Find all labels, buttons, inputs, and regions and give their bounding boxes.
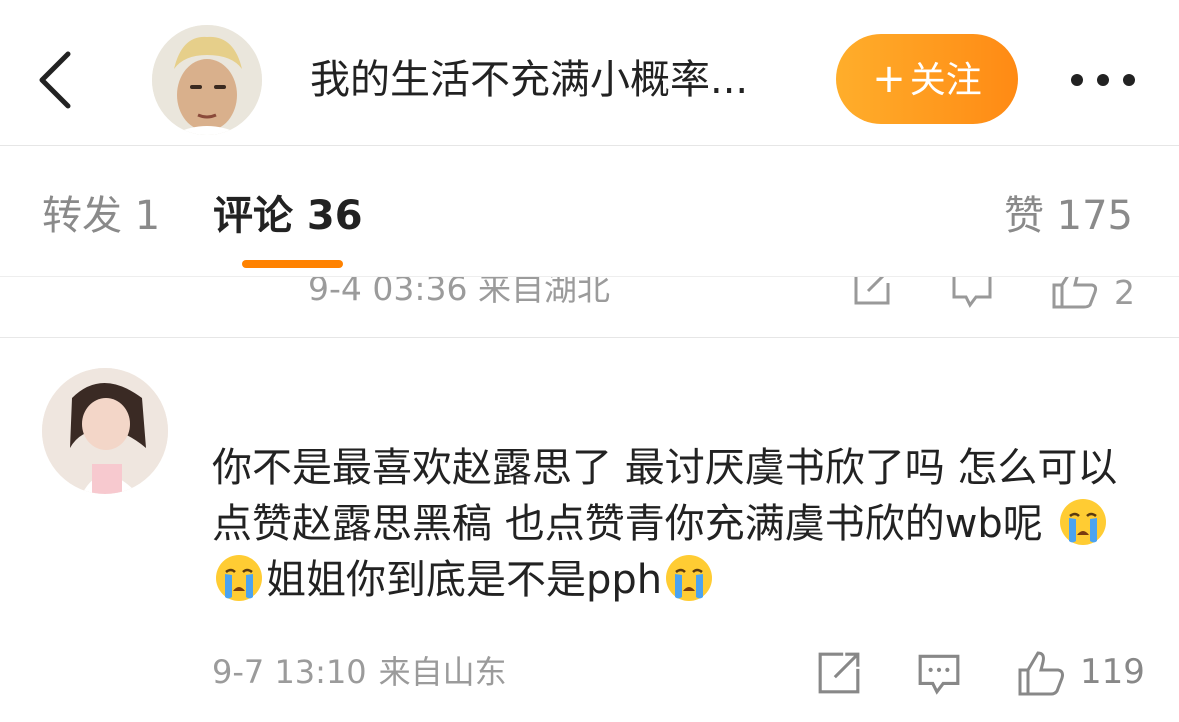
follow-label: 关注	[909, 60, 982, 101]
comment-like-count: 119	[1080, 652, 1145, 692]
previous-comment-like-count: 2	[1114, 277, 1135, 312]
page-title: 我的生活不充满小概率...	[310, 57, 749, 103]
previous-comment-timestamp: 9-4 03:36 来自湖北	[308, 277, 610, 308]
more-options-icon[interactable]	[1068, 66, 1138, 94]
repost-icon[interactable]	[816, 650, 862, 696]
comment-icon[interactable]	[916, 650, 962, 696]
tab-repost[interactable]: 转发 1	[42, 186, 160, 246]
post-header: 我的生活不充满小概率... + 关注	[0, 0, 1179, 146]
active-tab-indicator	[242, 260, 343, 268]
tab-comment[interactable]: 评论 36	[213, 186, 363, 246]
follow-button[interactable]: + 关注	[836, 34, 1018, 124]
crying-face-icon	[216, 555, 262, 601]
comment-icon[interactable]	[950, 277, 994, 309]
comment-text: 你不是最喜欢赵露思了 最讨厌虞书欣了吗 怎么可以点赞赵露思黑稿 也点赞青你充满虞…	[212, 445, 1118, 603]
commenter-avatar[interactable]	[42, 368, 168, 494]
repost-icon[interactable]	[850, 277, 894, 309]
comment-timestamp: 9-7 13:10 来自山东	[212, 653, 507, 691]
crying-face-icon	[1059, 499, 1106, 545]
author-avatar[interactable]	[152, 25, 262, 135]
like-icon[interactable]	[1016, 650, 1066, 696]
tab-bar: 转发 1 评论 36 赞 175	[0, 146, 1179, 277]
tab-like[interactable]: 赞 175	[1004, 186, 1133, 246]
plus-icon: +	[872, 56, 906, 102]
comment-divider	[210, 337, 1179, 338]
previous-comment-meta: 9-4 03:36 来自湖北 2	[0, 277, 1179, 338]
like-icon[interactable]	[1050, 277, 1100, 309]
back-arrow-icon[interactable]	[30, 44, 86, 116]
crying-face-icon	[666, 555, 713, 601]
